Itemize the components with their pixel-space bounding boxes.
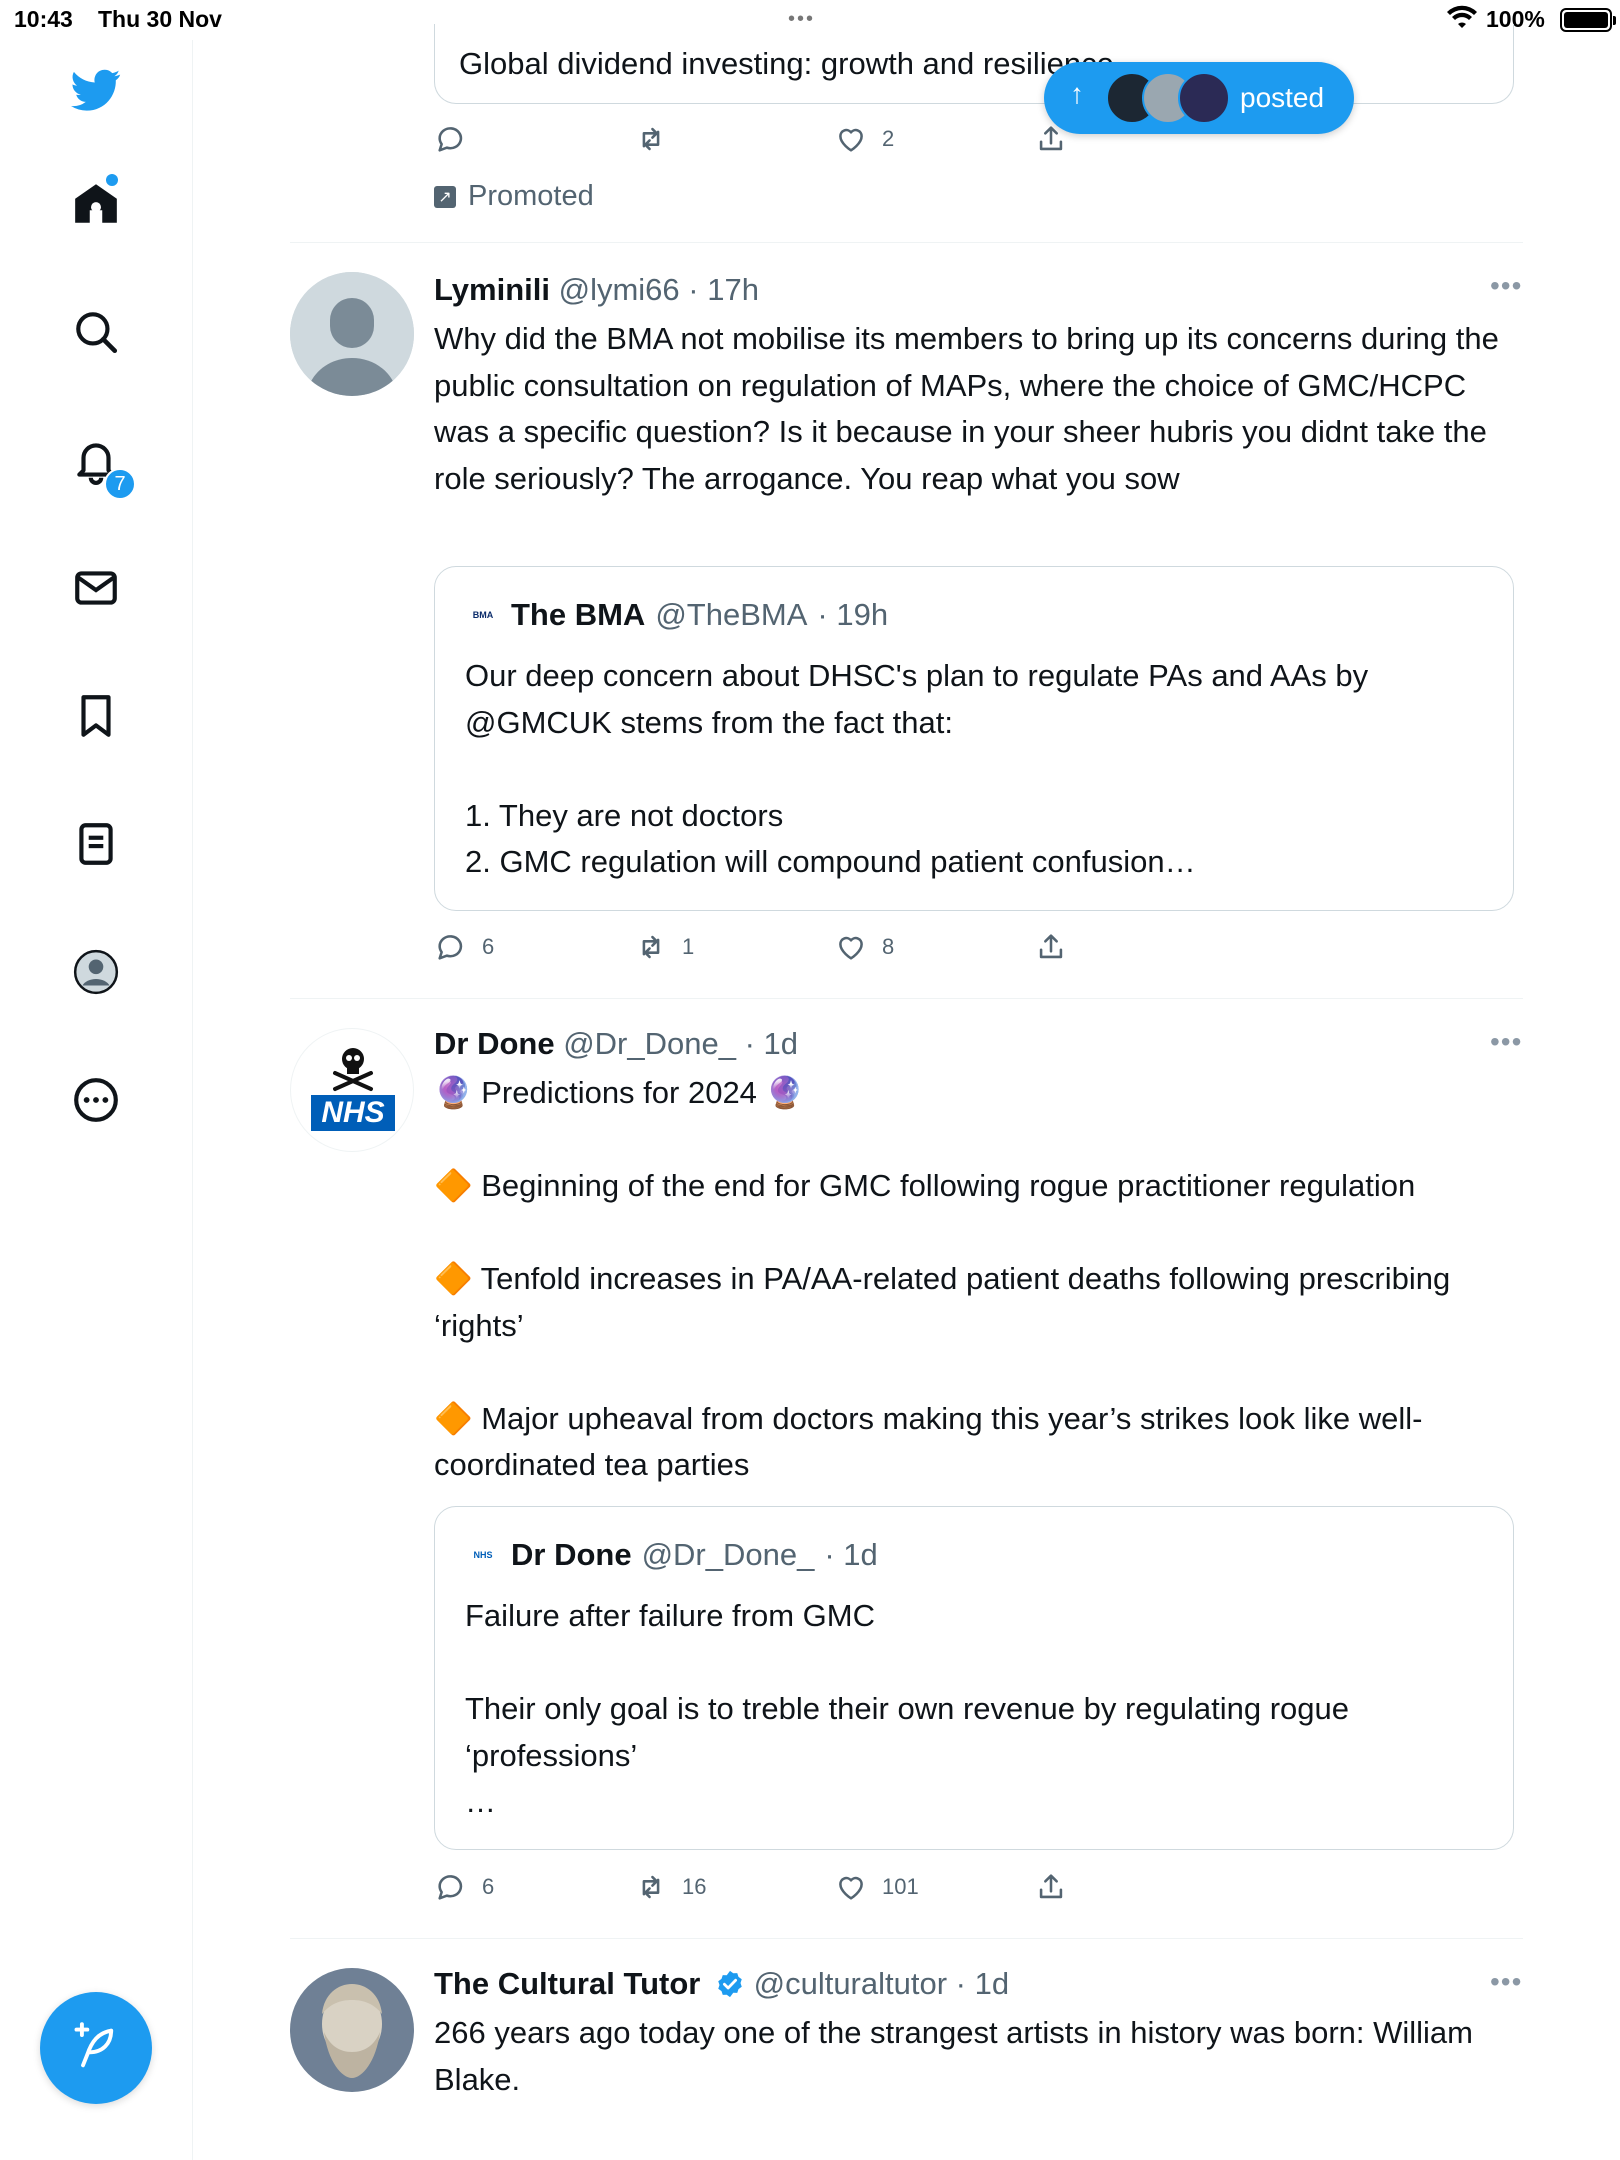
poster-avatar — [1178, 72, 1230, 124]
like-count: 2 — [882, 126, 895, 151]
tweet-actions: 6 16 101 — [434, 1870, 1154, 1910]
promoted-arrow-icon: ↗ — [434, 185, 456, 208]
mail-icon[interactable] — [68, 560, 124, 616]
author-name[interactable]: Lyminili — [434, 272, 550, 307]
tweet-time[interactable]: · 1d — [956, 1966, 1009, 2001]
retweet-count: 1 — [682, 934, 695, 959]
default-avatar-icon — [290, 272, 414, 396]
author-handle[interactable]: @Dr_Done_ — [563, 1026, 736, 1061]
bma-logo-icon: BMA — [472, 610, 494, 620]
verified-badge-icon — [718, 1970, 742, 1998]
tweet-header: The Cultural Tutor @culturaltutor · 1d — [434, 1966, 1009, 2002]
reply-icon — [438, 935, 463, 960]
share-button[interactable] — [1034, 1870, 1068, 1904]
share-button[interactable] — [1034, 930, 1068, 964]
reply-icon — [438, 127, 463, 152]
retweet-button[interactable]: 16 — [634, 1870, 706, 1904]
notification-badge: 7 — [104, 468, 136, 500]
quoted-tweet-time: · 1d — [824, 1537, 878, 1572]
retweet-icon — [642, 935, 660, 959]
quoted-tweet[interactable]: NHS Dr Done @Dr_Done_ · 1d Failure after… — [434, 1506, 1514, 1850]
share-icon — [1039, 934, 1063, 959]
tweet-actions: 6 1 8 — [434, 930, 1154, 970]
like-button[interactable]: 101 — [834, 1870, 919, 1904]
retweet-button[interactable] — [634, 122, 668, 156]
retweet-button[interactable]: 1 — [634, 930, 694, 964]
arrow-up-icon: ↑ — [1070, 78, 1084, 109]
quoted-tweet-text: Our deep concern about DHSC's plan to re… — [465, 658, 1369, 879]
bust-portrait-avatar-icon — [290, 1968, 414, 2092]
compose-button[interactable] — [40, 1992, 152, 2104]
retweet-icon — [642, 1875, 660, 1899]
reply-icon — [438, 1875, 463, 1900]
more-options-icon[interactable]: ••• — [1490, 1026, 1522, 1058]
tweet-header: Dr Done @Dr_Done_ · 1d — [434, 1026, 798, 1062]
tweet-divider — [290, 998, 1523, 999]
home-unread-dot — [106, 174, 118, 186]
tweet-text: 266 years ago today one of the strangest… — [434, 2015, 1482, 2097]
promoted-badge: ↗ Promoted — [434, 180, 594, 213]
tweet-header: Lyminili @lymi66 · 17h — [434, 272, 759, 308]
reply-button[interactable] — [434, 122, 468, 156]
more-circle-icon[interactable] — [68, 1072, 124, 1128]
promoted-actions: 2 — [434, 122, 1154, 162]
search-icon[interactable] — [68, 304, 124, 360]
quoted-tweet-header: BMA The BMA @TheBMA · 19h — [465, 597, 888, 633]
avatar[interactable] — [290, 272, 414, 396]
like-button[interactable]: 2 — [834, 122, 894, 156]
quoted-author-handle: @Dr_Done_ — [641, 1537, 815, 1572]
quoted-author-name: The BMA — [511, 597, 646, 632]
author-name[interactable]: Dr Done — [434, 1026, 555, 1061]
avatar[interactable] — [290, 1968, 414, 2092]
quoted-tweet-time: · 19h — [817, 597, 889, 632]
status-time: 10:43 — [14, 6, 73, 32]
reply-button[interactable]: 6 — [434, 930, 494, 964]
list-icon[interactable] — [68, 816, 124, 872]
heart-icon — [839, 128, 863, 152]
share-button[interactable] — [1034, 122, 1068, 156]
avatar[interactable]: NHS — [290, 1028, 414, 1152]
like-count: 8 — [882, 934, 895, 959]
nhs-logo: NHS — [311, 1095, 395, 1131]
tweet-text: 🔮 Predictions for 2024 🔮 🔶 Beginning of … — [434, 1075, 1451, 1482]
tweet-text: Why did the BMA not mobilise its members… — [434, 321, 1508, 496]
reply-count: 6 — [482, 934, 495, 959]
twitter-logo-icon[interactable] — [68, 62, 124, 118]
reply-button[interactable]: 6 — [434, 1870, 494, 1904]
sidebar: 7 — [0, 40, 193, 2160]
quoted-author-name: Dr Done — [511, 1537, 632, 1572]
battery-icon — [1560, 8, 1616, 32]
status-date: Thu 30 Nov — [98, 6, 222, 32]
more-options-icon[interactable]: ••• — [1490, 1966, 1522, 1998]
tweet-divider — [290, 1938, 1523, 1939]
author-name[interactable]: The Cultural Tutor — [434, 1966, 700, 2001]
heart-icon — [839, 1876, 863, 1900]
share-icon — [1039, 1874, 1063, 1899]
author-handle[interactable]: @lymi66 — [559, 272, 680, 307]
quoted-tweet-text: Failure after failure from GMC Their onl… — [465, 1598, 1350, 1819]
tweet-time[interactable]: · 1d — [745, 1026, 798, 1061]
like-count: 101 — [882, 1874, 919, 1899]
nhs-skull-logo-icon: NHS — [473, 1550, 493, 1560]
share-icon — [1039, 126, 1063, 151]
quoted-tweet[interactable]: BMA The BMA @TheBMA · 19h Our deep conce… — [434, 566, 1514, 911]
heart-icon — [839, 936, 863, 960]
author-handle[interactable]: @culturaltutor — [754, 1966, 947, 2001]
profile-icon[interactable] — [68, 944, 124, 1000]
retweet-icon — [642, 127, 660, 151]
tweet-divider — [290, 242, 1523, 243]
compose-feather-icon — [74, 2022, 114, 2068]
more-options-icon[interactable]: ••• — [1490, 270, 1522, 302]
skull-nhs-avatar-icon — [333, 1048, 373, 1091]
quoted-tweet-header: NHS Dr Done @Dr_Done_ · 1d — [465, 1537, 878, 1573]
promoted-card-text: Global dividend investing: growth and re… — [459, 46, 1114, 81]
promoted-label: Promoted — [468, 180, 594, 212]
bookmark-icon[interactable] — [68, 688, 124, 744]
retweet-count: 16 — [682, 1874, 707, 1899]
quoted-author-handle: @TheBMA — [655, 597, 808, 632]
reply-count: 6 — [482, 1874, 495, 1899]
tweet-time[interactable]: · 17h — [688, 272, 759, 307]
posted-label: posted — [1240, 82, 1325, 113]
like-button[interactable]: 8 — [834, 930, 894, 964]
